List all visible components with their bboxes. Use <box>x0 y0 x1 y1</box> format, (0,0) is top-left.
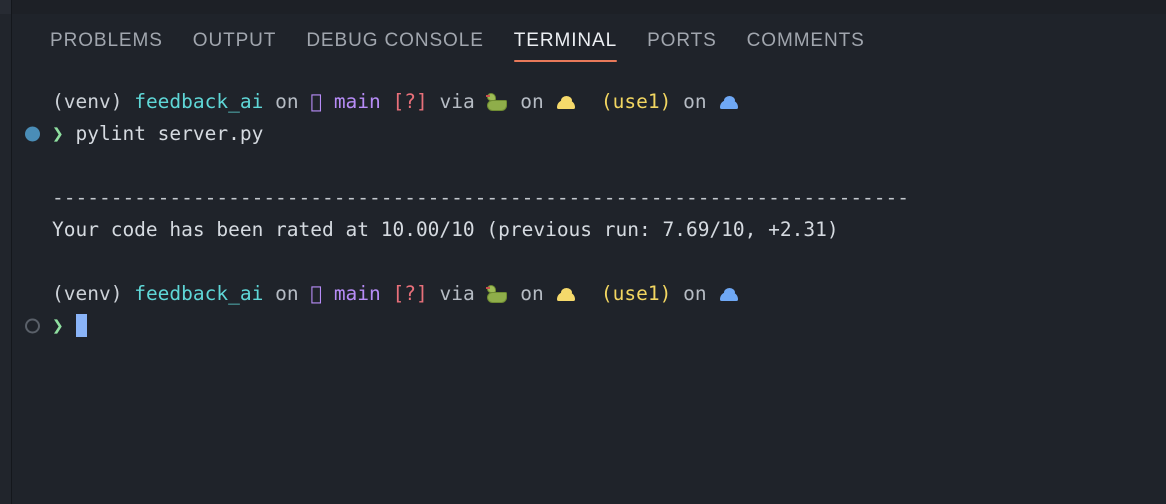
aws-context-label: (use1) <box>600 90 672 113</box>
venv-label: (venv) <box>52 90 123 113</box>
terminal-input-line[interactable]: ❯ <box>12 310 1166 342</box>
tab-ports[interactable]: PORTS <box>647 14 717 68</box>
terminal-blank-line-2 <box>12 246 1166 278</box>
on-separator-2: on <box>508 90 556 113</box>
snake-emoji <box>486 93 508 111</box>
snake-emoji-2 <box>486 285 508 303</box>
tab-terminal[interactable]: TERMINAL <box>513 14 618 68</box>
on-separator-2-b: on <box>508 282 556 305</box>
terminal-command-line: ❯ pylint server.py <box>12 118 1166 150</box>
terminal-panel-root: PROBLEMS OUTPUT DEBUG CONSOLE TERMINAL P… <box>0 0 1166 504</box>
activity-bar-top-strip <box>0 0 11 14</box>
terminal-separator-line: ----------------------------------------… <box>12 182 1166 214</box>
on-separator-3-b: on <box>671 282 719 305</box>
git-dirty-marker: [?] <box>392 90 428 113</box>
azure-cloud-icon-2 <box>718 288 740 301</box>
repo-name: feedback_ai <box>134 90 264 113</box>
tab-terminal-label: TERMINAL <box>513 30 618 51</box>
tab-problems-label: PROBLEMS <box>50 30 163 51</box>
aws-cloud-icon-2 <box>555 288 577 301</box>
on-separator-3: on <box>671 90 719 113</box>
tab-output[interactable]: OUTPUT <box>193 14 277 68</box>
tab-ports-label: PORTS <box>647 30 717 51</box>
terminal-output-area[interactable]: (venv) feedback_ai on  main [?] via on … <box>12 68 1166 504</box>
panel-tab-bar: PROBLEMS OUTPUT DEBUG CONSOLE TERMINAL P… <box>12 14 1166 68</box>
git-branch-icon:  <box>310 90 323 113</box>
aws-cloud-icon <box>555 96 577 109</box>
aws-context-label-2: (use1) <box>600 282 672 305</box>
tab-comments[interactable]: COMMENTS <box>747 14 865 68</box>
tab-debug-console-label: DEBUG CONSOLE <box>306 30 484 51</box>
activity-bar-strip <box>0 0 11 504</box>
via-separator-2: via <box>427 282 487 305</box>
prompt-chevron-icon: ❯ <box>52 122 64 145</box>
tab-output-label: OUTPUT <box>192 30 277 51</box>
on-separator-1: on <box>263 90 311 113</box>
terminal-rating-line: Your code has been rated at 10.00/10 (pr… <box>12 214 1166 246</box>
on-separator-1-b: on <box>263 282 311 305</box>
git-branch-name-2: main <box>333 282 381 305</box>
git-branch-icon-2:  <box>310 282 323 305</box>
command-pending-decoration <box>25 318 40 334</box>
tab-debug-console[interactable]: DEBUG CONSOLE <box>306 14 483 68</box>
separator-dashes: ----------------------------------------… <box>52 186 910 209</box>
block-cursor <box>75 314 87 337</box>
tab-active-underline <box>513 60 618 62</box>
panel-top-edge <box>12 0 1166 14</box>
git-branch-name: main <box>333 90 381 113</box>
azure-cloud-icon <box>718 96 740 109</box>
repo-name-2: feedback_ai <box>134 282 264 305</box>
terminal-prompt-line-2: (venv) feedback_ai on  main [?] via on … <box>12 278 1166 310</box>
executed-command-text: pylint server.py <box>75 122 264 145</box>
terminal-prompt-line-1: (venv) feedback_ai on  main [?] via on … <box>12 86 1166 118</box>
prompt-chevron-icon-2: ❯ <box>52 314 64 337</box>
venv-label-2: (venv) <box>52 282 123 305</box>
git-dirty-marker-2: [?] <box>392 282 428 305</box>
pylint-rating-message: Your code has been rated at 10.00/10 (pr… <box>52 218 839 241</box>
tab-comments-label: COMMENTS <box>746 30 865 51</box>
terminal-blank-line-1 <box>12 150 1166 182</box>
via-separator: via <box>427 90 487 113</box>
tab-problems[interactable]: PROBLEMS <box>50 14 163 68</box>
command-success-decoration <box>25 126 40 142</box>
